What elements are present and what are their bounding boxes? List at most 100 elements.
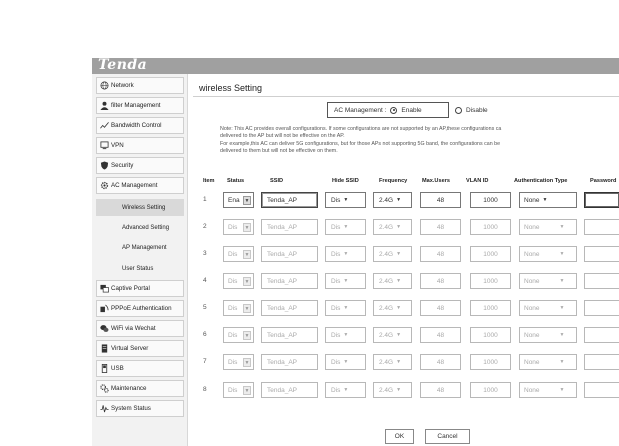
hide-ssid-select[interactable]: Dis ▼ [325, 246, 366, 262]
max-users-input[interactable]: 48 [420, 246, 461, 262]
hide-ssid-select[interactable]: Dis ▼ [325, 354, 366, 370]
ssid-input[interactable]: Tenda_AP [261, 273, 318, 289]
frequency-select[interactable]: 2.4G ▼ [373, 327, 412, 343]
ssid-input[interactable]: Tenda_AP [261, 300, 318, 316]
vlan-id-input[interactable]: 1000 [470, 300, 511, 316]
auth-type-select[interactable]: None ▼ [519, 192, 577, 208]
status-select[interactable]: Dis ▼ [223, 327, 254, 343]
ok-button[interactable]: OK [385, 429, 414, 444]
status-select[interactable]: Dis ▼ [223, 382, 254, 398]
sidebar-item-bandwidth-control[interactable]: Bandwidth Control [96, 117, 184, 134]
sidebar-item-system-status[interactable]: System Status [96, 400, 184, 417]
hide-ssid-select[interactable]: Dis ▼ [325, 219, 366, 235]
ssid-input[interactable]: Tenda_AP [261, 382, 318, 398]
frequency-select-value: 2.4G [379, 196, 394, 204]
max-users-input[interactable]: 48 [420, 300, 461, 316]
sidebar-item-virtual-server[interactable]: Virtual Server [96, 340, 184, 357]
password-input[interactable] [584, 327, 619, 343]
hide-ssid-select-value: Dis [331, 196, 341, 204]
ssid-input[interactable]: Tenda_AP [261, 192, 318, 208]
sidebar-item-maintenance[interactable]: Maintenance [96, 380, 184, 397]
password-input[interactable] [584, 273, 619, 289]
table-row: 1 Ena ▼ Tenda_AP Dis ▼ 2.4G ▼ 48 1000 None ▼ [193, 192, 619, 210]
password-input[interactable] [584, 300, 619, 316]
vlan-id-input[interactable]: 1000 [470, 354, 511, 370]
status-select[interactable]: Dis ▼ [223, 273, 254, 289]
sidebar-item-vpn[interactable]: VPN [96, 137, 184, 154]
hide-ssid-select[interactable]: Dis ▼ [325, 192, 366, 208]
frequency-select[interactable]: 2.4G ▼ [373, 354, 412, 370]
ssid-input[interactable]: Tenda_AP [261, 219, 318, 235]
sidebar-item-usb[interactable]: USB [96, 360, 184, 377]
frequency-select[interactable]: 2.4G ▼ [373, 382, 412, 398]
max-users-input[interactable]: 48 [420, 382, 461, 398]
frequency-select[interactable]: 2.4G ▼ [373, 219, 412, 235]
auth-type-select[interactable]: None ▼ [519, 382, 577, 398]
sidebar-subitem-ap-management[interactable]: AP Management [96, 239, 184, 256]
vlan-id-input-value: 1000 [483, 386, 498, 394]
ssid-input[interactable]: Tenda_AP [261, 327, 318, 343]
sidebar-subitem-advanced-setting[interactable]: Advanced Setting [96, 219, 184, 236]
sidebar-item-wifi-via-wechat[interactable]: WiFi via Wechat [96, 320, 184, 337]
cancel-button[interactable]: Cancel [425, 429, 470, 444]
col-password: Password [590, 178, 617, 184]
status-select[interactable]: Dis ▼ [223, 246, 254, 262]
sidebar-subitem-user-status[interactable]: User Status [96, 260, 184, 277]
disable-radio[interactable] [455, 106, 462, 114]
sidebar-item-label: Security [111, 162, 134, 169]
max-users-input-value: 48 [436, 358, 445, 366]
enable-radio[interactable] [390, 106, 398, 114]
max-users-input[interactable]: 48 [420, 273, 461, 289]
password-input[interactable] [584, 382, 619, 398]
status-select[interactable]: Ena ▼ [223, 192, 254, 208]
chevron-down-icon: ▼ [343, 224, 349, 230]
frequency-select[interactable]: 2.4G ▼ [373, 273, 412, 289]
ssid-input[interactable]: Tenda_AP [261, 246, 318, 262]
vlan-id-input[interactable]: 1000 [470, 382, 511, 398]
auth-type-select[interactable]: None ▼ [519, 219, 577, 235]
password-input[interactable] [584, 192, 619, 208]
disable-option[interactable]: Disable [455, 102, 488, 118]
sidebar-subitem-wireless-setting[interactable]: Wireless Setting [96, 199, 184, 216]
max-users-input[interactable]: 48 [420, 219, 461, 235]
status-select[interactable]: Dis ▼ [223, 354, 254, 370]
enable-label[interactable]: Enable [401, 107, 421, 114]
hide-ssid-select[interactable]: Dis ▼ [325, 382, 366, 398]
sidebar-item-network[interactable]: Network [96, 77, 184, 94]
shield-icon [97, 161, 111, 170]
vlan-id-input[interactable]: 1000 [470, 273, 511, 289]
auth-type-select[interactable]: None ▼ [519, 300, 577, 316]
vlan-id-input[interactable]: 1000 [470, 246, 511, 262]
max-users-input[interactable]: 48 [420, 192, 461, 208]
sidebar-item-pppoe-authentication[interactable]: PPPoE Authentication [96, 300, 184, 317]
password-input[interactable] [584, 219, 619, 235]
sidebar-item-captive-portal[interactable]: Captive Portal [96, 280, 184, 297]
frequency-select[interactable]: 2.4G ▼ [373, 246, 412, 262]
vlan-id-input[interactable]: 1000 [470, 219, 511, 235]
sidebar-item-filter-management[interactable]: filter Management [96, 97, 184, 114]
auth-type-select[interactable]: None ▼ [519, 246, 577, 262]
auth-type-select-value: None [524, 386, 540, 394]
sidebar-item-ac-management[interactable]: AC Management [96, 177, 184, 194]
max-users-input[interactable]: 48 [420, 354, 461, 370]
status-select[interactable]: Dis ▼ [223, 300, 254, 316]
max-users-input[interactable]: 48 [420, 327, 461, 343]
frequency-select[interactable]: 2.4G ▼ [373, 192, 412, 208]
vlan-id-input[interactable]: 1000 [470, 327, 511, 343]
hide-ssid-select[interactable]: Dis ▼ [325, 327, 366, 343]
sidebar-item-label: Bandwidth Control [111, 122, 162, 129]
hide-ssid-select[interactable]: Dis ▼ [325, 300, 366, 316]
ssid-input[interactable]: Tenda_AP [261, 354, 318, 370]
frequency-select[interactable]: 2.4G ▼ [373, 300, 412, 316]
status-select[interactable]: Dis ▼ [223, 219, 254, 235]
auth-type-select[interactable]: None ▼ [519, 354, 577, 370]
password-input[interactable] [584, 246, 619, 262]
vlan-id-input[interactable]: 1000 [470, 192, 511, 208]
hide-ssid-select[interactable]: Dis ▼ [325, 273, 366, 289]
max-users-input-value: 48 [436, 304, 445, 312]
disable-label[interactable]: Disable [466, 107, 488, 114]
auth-type-select[interactable]: None ▼ [519, 273, 577, 289]
password-input[interactable] [584, 354, 619, 370]
auth-type-select[interactable]: None ▼ [519, 327, 577, 343]
sidebar-item-security[interactable]: Security [96, 157, 184, 174]
